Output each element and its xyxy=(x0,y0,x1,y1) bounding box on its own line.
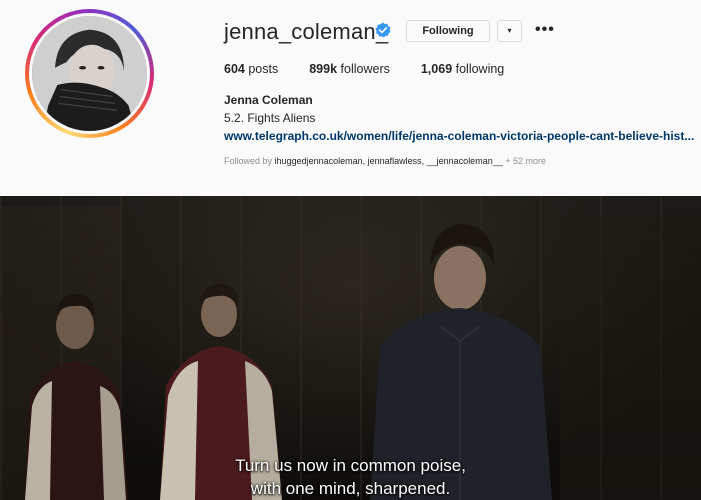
followed-by-more: + 52 more xyxy=(505,156,547,166)
avatar xyxy=(32,16,147,131)
profile-username: jenna_coleman_ xyxy=(224,19,389,44)
verified-badge-icon xyxy=(375,22,391,38)
posts-count: 604 xyxy=(224,62,245,76)
video-frame: Turn us now in common poise, with one mi… xyxy=(0,196,701,500)
posts-label: posts xyxy=(248,62,279,76)
following-button[interactable]: Following xyxy=(406,20,490,42)
followed-by-names: ihuggedjennacoleman, jennaflawless, __je… xyxy=(274,156,503,166)
following-count: 1,069 xyxy=(420,62,453,76)
profile-stats: 604 posts 899k followers 1,069 following xyxy=(224,62,535,76)
subtitles: Turn us now in common poise, with one mi… xyxy=(0,454,701,500)
chevron-down-icon: ▾ xyxy=(507,26,512,35)
subtitle-line-1: Turn us now in common poise, xyxy=(235,456,466,475)
followers-label: followers xyxy=(340,62,390,76)
followed-by-text[interactable]: Followed by ihuggedjennacoleman, jennafl… xyxy=(224,156,546,166)
followed-by-prefix: Followed by xyxy=(224,156,273,166)
profile-avatar-story-ring[interactable] xyxy=(25,9,154,138)
subtitle-line-2: with one mind, sharpened. xyxy=(250,479,451,498)
followers-count: 899k xyxy=(309,62,338,76)
following-label: following xyxy=(455,62,505,76)
more-options-icon[interactable]: ••• xyxy=(535,22,555,38)
profile-full-name: Jenna Coleman xyxy=(224,93,313,107)
profile-header: jenna_coleman_ Following ▾ ••• 604 posts… xyxy=(0,0,701,196)
profile-bio: 5.2. Fights Aliens xyxy=(224,111,316,125)
following-stat[interactable]: 1,069 following xyxy=(421,62,504,76)
followers-stat[interactable]: 899k followers xyxy=(309,62,390,76)
posts-stat: 604 posts xyxy=(224,62,278,76)
avatar-photo xyxy=(32,16,147,131)
profile-external-link[interactable]: www.telegraph.co.uk/women/life/jenna-col… xyxy=(224,129,694,143)
suggested-accounts-dropdown-button[interactable]: ▾ xyxy=(497,20,522,42)
